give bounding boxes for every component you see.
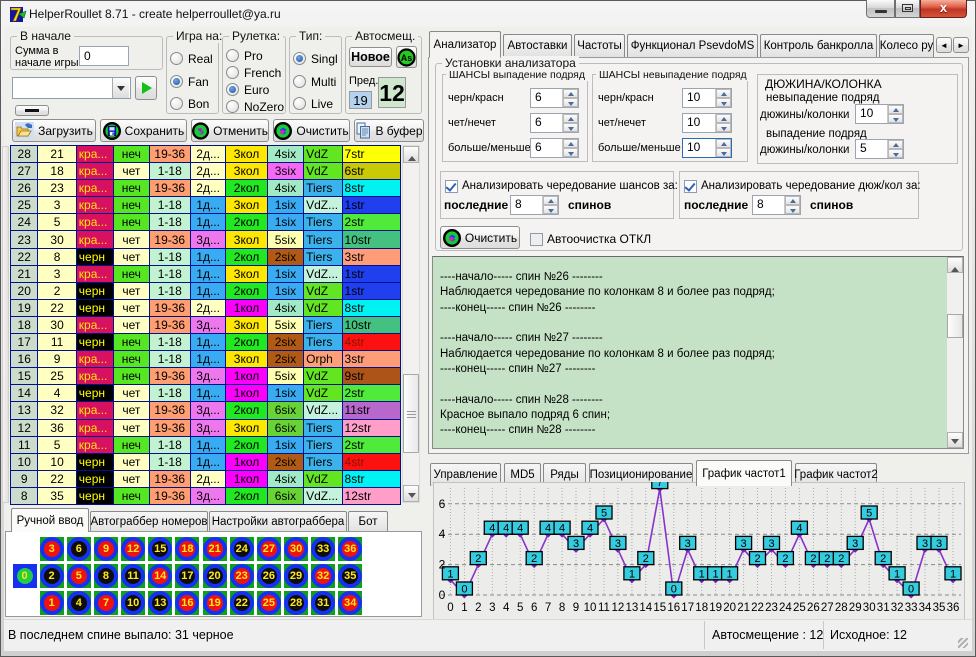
svg-text:1: 1 [699, 568, 705, 580]
svg-text:7: 7 [545, 602, 551, 614]
svg-text:4: 4 [439, 527, 446, 541]
svg-text:2: 2 [824, 553, 830, 565]
svg-text:13: 13 [626, 602, 639, 614]
svg-text:2: 2 [643, 553, 649, 565]
svg-text:23: 23 [765, 602, 778, 614]
svg-text:24: 24 [779, 602, 792, 614]
svg-text:2: 2 [475, 602, 481, 614]
svg-text:As: As [401, 53, 413, 63]
svg-text:5: 5 [601, 508, 607, 520]
svg-text:35: 35 [933, 602, 946, 614]
svg-text:0: 0 [461, 584, 467, 596]
svg-text:9: 9 [573, 602, 579, 614]
svg-text:19: 19 [709, 602, 722, 614]
svg-text:12: 12 [612, 602, 625, 614]
svg-text:29: 29 [849, 602, 862, 614]
svg-text:2: 2 [782, 553, 788, 565]
svg-text:4: 4 [503, 602, 510, 614]
svg-text:2: 2 [838, 553, 844, 565]
svg-text:26: 26 [807, 602, 820, 614]
svg-text:2: 2 [810, 553, 816, 565]
svg-text:33: 33 [905, 602, 918, 614]
svg-text:4: 4 [517, 523, 523, 535]
svg-text:2: 2 [531, 553, 537, 565]
svg-text:0: 0 [908, 584, 914, 596]
svg-text:30: 30 [863, 602, 876, 614]
svg-text:3: 3 [852, 538, 858, 550]
svg-text:5: 5 [866, 508, 872, 520]
svg-text:2: 2 [475, 553, 481, 565]
svg-text:31: 31 [877, 602, 890, 614]
svg-text:0: 0 [671, 584, 677, 596]
svg-text:3: 3 [489, 602, 495, 614]
svg-text:36: 36 [947, 602, 960, 614]
svg-text:0: 0 [439, 588, 446, 602]
svg-text:3: 3 [922, 538, 928, 550]
svg-text:11: 11 [598, 602, 610, 614]
svg-text:4: 4 [489, 523, 495, 535]
svg-text:14: 14 [639, 602, 652, 614]
svg-text:1: 1 [950, 568, 956, 580]
svg-text:25: 25 [793, 602, 806, 614]
svg-text:5: 5 [517, 602, 523, 614]
svg-text:1: 1 [894, 568, 900, 580]
svg-text:3: 3 [615, 538, 621, 550]
svg-text:15: 15 [653, 602, 666, 614]
svg-text:34: 34 [919, 602, 932, 614]
svg-text:6: 6 [439, 497, 446, 511]
svg-text:32: 32 [891, 602, 904, 614]
svg-text:27: 27 [821, 602, 834, 614]
svg-text:3: 3 [573, 538, 579, 550]
svg-text:1: 1 [727, 568, 733, 580]
svg-text:3: 3 [741, 538, 747, 550]
svg-text:20: 20 [723, 602, 736, 614]
svg-text:4: 4 [559, 523, 565, 535]
svg-text:28: 28 [835, 602, 848, 614]
svg-text:18: 18 [695, 602, 708, 614]
svg-text:21: 21 [737, 602, 750, 614]
svg-text:1: 1 [713, 568, 719, 580]
svg-text:1: 1 [447, 568, 453, 580]
svg-text:3: 3 [685, 538, 691, 550]
svg-text:2: 2 [439, 558, 446, 572]
svg-text:2: 2 [754, 553, 760, 565]
svg-text:8: 8 [559, 602, 565, 614]
svg-text:16: 16 [667, 602, 680, 614]
svg-text:10: 10 [584, 602, 597, 614]
svg-text:22: 22 [751, 602, 764, 614]
svg-text:0: 0 [447, 602, 453, 614]
svg-text:3: 3 [768, 538, 774, 550]
svg-text:4: 4 [503, 523, 509, 535]
svg-text:4: 4 [796, 523, 802, 535]
svg-text:17: 17 [681, 602, 694, 614]
svg-text:6: 6 [531, 602, 537, 614]
svg-text:1: 1 [461, 602, 467, 614]
svg-text:3: 3 [936, 538, 942, 550]
svg-text:7: 7 [657, 482, 663, 489]
svg-text:1: 1 [629, 568, 635, 580]
svg-text:2: 2 [880, 553, 886, 565]
svg-text:4: 4 [587, 523, 593, 535]
svg-text:4: 4 [545, 523, 551, 535]
